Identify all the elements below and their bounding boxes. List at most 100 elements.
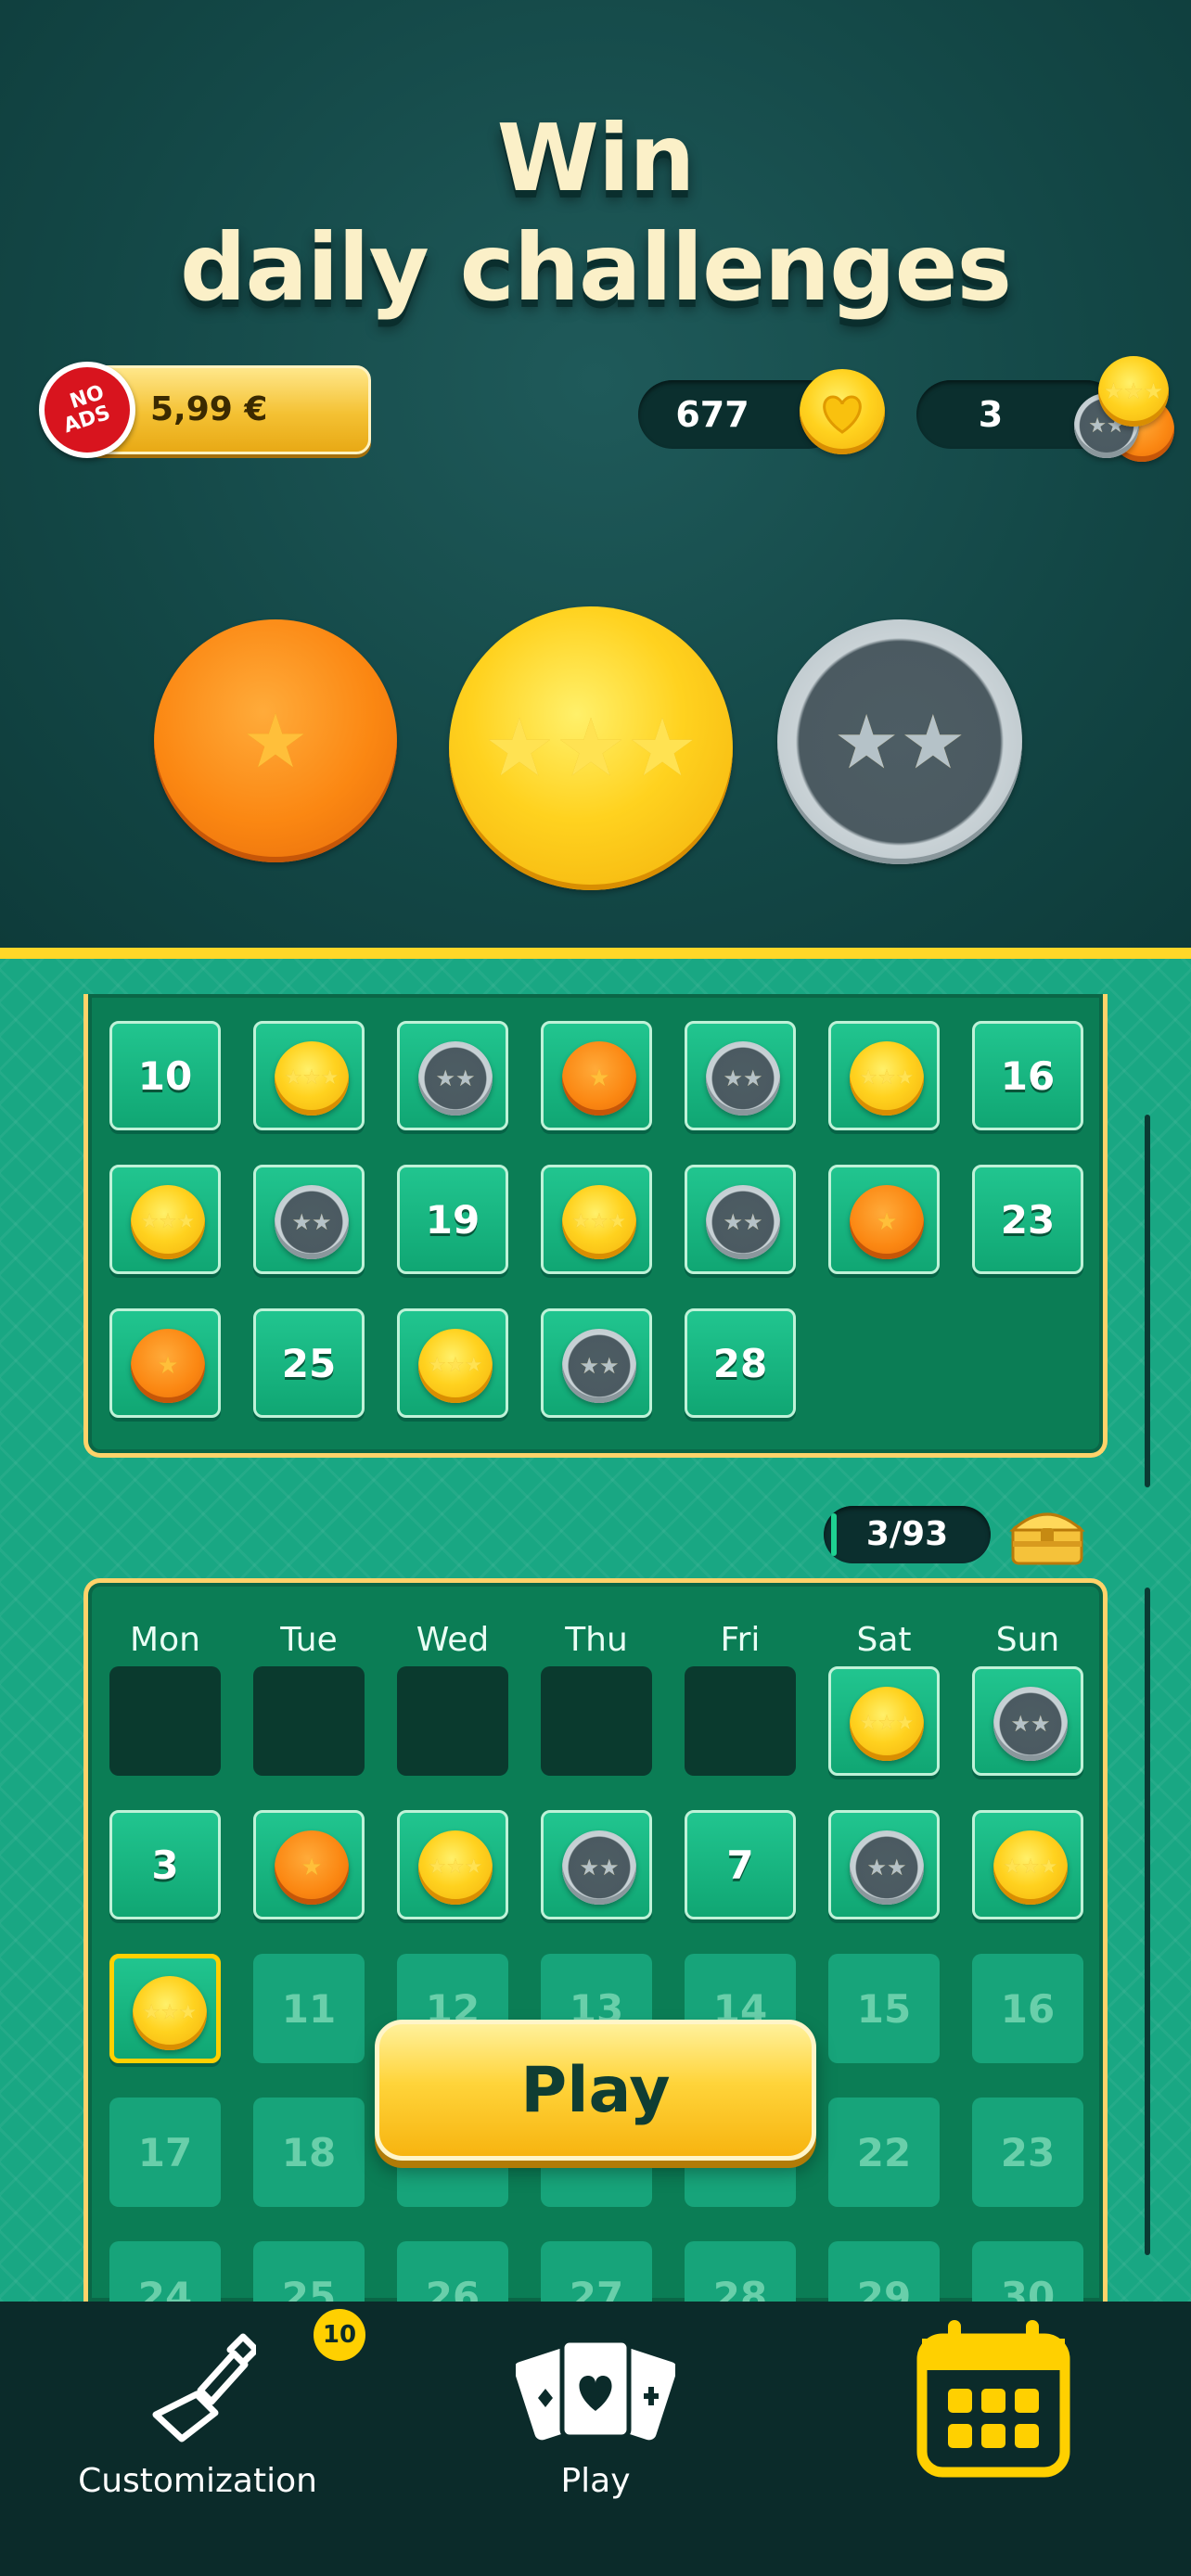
weekday-label: Wed	[416, 1621, 490, 1659]
silver-medal-icon: ★★	[706, 1041, 780, 1116]
calendar-day-completed[interactable]: ★★★	[397, 1810, 508, 1919]
calendar-day-completed[interactable]: ★	[541, 1021, 652, 1130]
calendar-day-missed[interactable]: 10	[109, 1021, 221, 1130]
medals-value: 3	[978, 394, 1004, 435]
play-button-label: Play	[520, 2053, 671, 2127]
title-line-2: daily challenges	[179, 213, 1012, 322]
cards-icon[interactable]	[516, 2327, 675, 2448]
silver-medal-icon: ★★	[706, 1185, 780, 1259]
calendar-day-completed[interactable]: ★	[828, 1165, 940, 1274]
nav-customization-label[interactable]: Customization	[76, 2462, 319, 2500]
treasure-chest-icon[interactable]	[1009, 1502, 1085, 1567]
calendar-day-completed[interactable]: ★★★	[541, 1165, 652, 1274]
day-number: 18	[281, 2129, 337, 2175]
gold-medal-icon: ★★★	[418, 1329, 493, 1403]
silver-medal-icon: ★★	[850, 1830, 924, 1905]
one-star-medal-icon: ★	[154, 619, 397, 862]
calendar-day-locked[interactable]: 23	[972, 2098, 1083, 2207]
medal-stars: ★★	[723, 1065, 763, 1091]
medal-stars: ★★	[579, 1353, 620, 1379]
calendar-day-completed[interactable]: ★	[109, 1308, 221, 1418]
bottom-navbar: 10 Customization Play	[0, 2302, 1191, 2576]
customization-badge: 10	[314, 2309, 365, 2361]
calendar-day-completed[interactable]: ★★★	[972, 1810, 1083, 1919]
silver-medal-icon: ★★	[993, 1687, 1068, 1761]
calendar-day-completed[interactable]: ★★★	[109, 1165, 221, 1274]
section-divider	[0, 948, 1191, 959]
medal-stars: ★★★	[571, 1210, 627, 1233]
calendar-day-completed[interactable]: ★★	[685, 1165, 796, 1274]
calendar-day-completed[interactable]: ★★★	[397, 1308, 508, 1418]
day-number: 28	[712, 1340, 768, 1386]
gold-medal-icon: ★★★	[275, 1041, 349, 1116]
calendar-day-missed[interactable]: 23	[972, 1165, 1083, 1274]
calendar-day-completed[interactable]: ★★★	[828, 1666, 940, 1776]
day-number: 10	[137, 1052, 193, 1099]
calendar-day-completed[interactable]: ★★	[397, 1021, 508, 1130]
calendar-day-completed[interactable]: ★★★	[828, 1021, 940, 1130]
calendar-empty-cell	[109, 1666, 221, 1776]
day-number: 16	[1000, 1985, 1056, 2032]
silver-medal-icon: ★★	[275, 1185, 349, 1259]
calendar-empty-cell	[685, 1666, 796, 1776]
day-number: 19	[425, 1196, 480, 1243]
calendar-day-today[interactable]: ★★★	[109, 1954, 221, 2063]
orange-medal-icon: ★	[275, 1830, 349, 1905]
calendar-day-missed[interactable]: 16	[972, 1021, 1083, 1130]
scrollbar[interactable]	[1145, 1115, 1150, 1487]
heart-coin-icon	[800, 369, 885, 454]
calendar-day-locked[interactable]: 15	[828, 1954, 940, 2063]
weekday-label: Sun	[995, 1621, 1060, 1659]
header-panel: Win daily challenges 5,99 € NO ADS 677 3…	[0, 0, 1191, 950]
weekday-label: Mon	[130, 1621, 200, 1659]
calendar-day-locked[interactable]: 16	[972, 1954, 1083, 2063]
calendar-day-locked[interactable]: 22	[828, 2098, 940, 2207]
weekday-label: Sat	[856, 1621, 912, 1659]
medal-stars: ★	[588, 1065, 610, 1092]
gold-medal-icon: ★★★	[131, 1185, 205, 1259]
day-number: 22	[856, 2129, 912, 2175]
weekday-label: Fri	[720, 1621, 761, 1659]
three-star-medal-icon: ★★★	[449, 606, 733, 890]
silver-medal-icon: ★★	[562, 1830, 636, 1905]
calendar-day-missed[interactable]: 19	[397, 1165, 508, 1274]
medal-stars: ★★	[1010, 1711, 1051, 1737]
calendar-day-completed[interactable]: ★★	[541, 1810, 652, 1919]
medal-stars: ★★	[866, 1855, 907, 1881]
calendar-day-locked[interactable]: 18	[253, 2098, 365, 2207]
calendar-day-completed[interactable]: ★	[253, 1810, 365, 1919]
calendar-day-completed[interactable]: ★★	[541, 1308, 652, 1418]
calendar-day-locked[interactable]: 17	[109, 2098, 221, 2207]
day-number: 16	[1000, 1052, 1056, 1099]
calendar-day-missed[interactable]: 7	[685, 1810, 796, 1919]
medal-stars: ★★	[291, 1209, 332, 1235]
orange-medal-icon: ★	[850, 1185, 924, 1259]
scrollbar[interactable]	[1145, 1588, 1150, 2255]
two-star-medal-icon: ★★	[777, 619, 1022, 864]
calendar-day-completed[interactable]: ★★	[685, 1021, 796, 1130]
medal-stars: ★★★	[428, 1855, 483, 1879]
gold-medal-icon: ★★★	[133, 1976, 207, 2050]
coins-value: 677	[675, 394, 749, 435]
calendar-day-missed[interactable]: 28	[685, 1308, 796, 1418]
paintbrush-icon[interactable]	[145, 2326, 256, 2446]
silver-medal-icon: ★★	[562, 1329, 636, 1403]
medal-stars: ★★★	[142, 2001, 198, 2024]
orange-medal-icon: ★	[131, 1329, 205, 1403]
calendar-day-missed[interactable]: 25	[253, 1308, 365, 1418]
nav-play-label[interactable]: Play	[503, 2462, 688, 2500]
calendar-day-completed[interactable]: ★★	[972, 1666, 1083, 1776]
calendar-day-completed[interactable]: ★★	[253, 1165, 365, 1274]
calendar-icon[interactable]	[915, 2316, 1072, 2480]
challenge-progress: 3/93	[824, 1506, 991, 1563]
medal-stars: ★★★	[859, 1712, 915, 1735]
weekday-label: Thu	[565, 1621, 628, 1659]
gold-medal-icon: ★★★	[418, 1830, 493, 1905]
no-ads-price: 5,99 €	[150, 390, 268, 428]
no-ads-purchase-button[interactable]: 5,99 € NO ADS	[39, 362, 371, 458]
play-challenge-button[interactable]: Play	[375, 2020, 816, 2161]
calendar-day-missed[interactable]: 3	[109, 1810, 221, 1919]
calendar-day-completed[interactable]: ★★★	[253, 1021, 365, 1130]
calendar-day-completed[interactable]: ★★	[828, 1810, 940, 1919]
calendar-day-locked[interactable]: 11	[253, 1954, 365, 2063]
